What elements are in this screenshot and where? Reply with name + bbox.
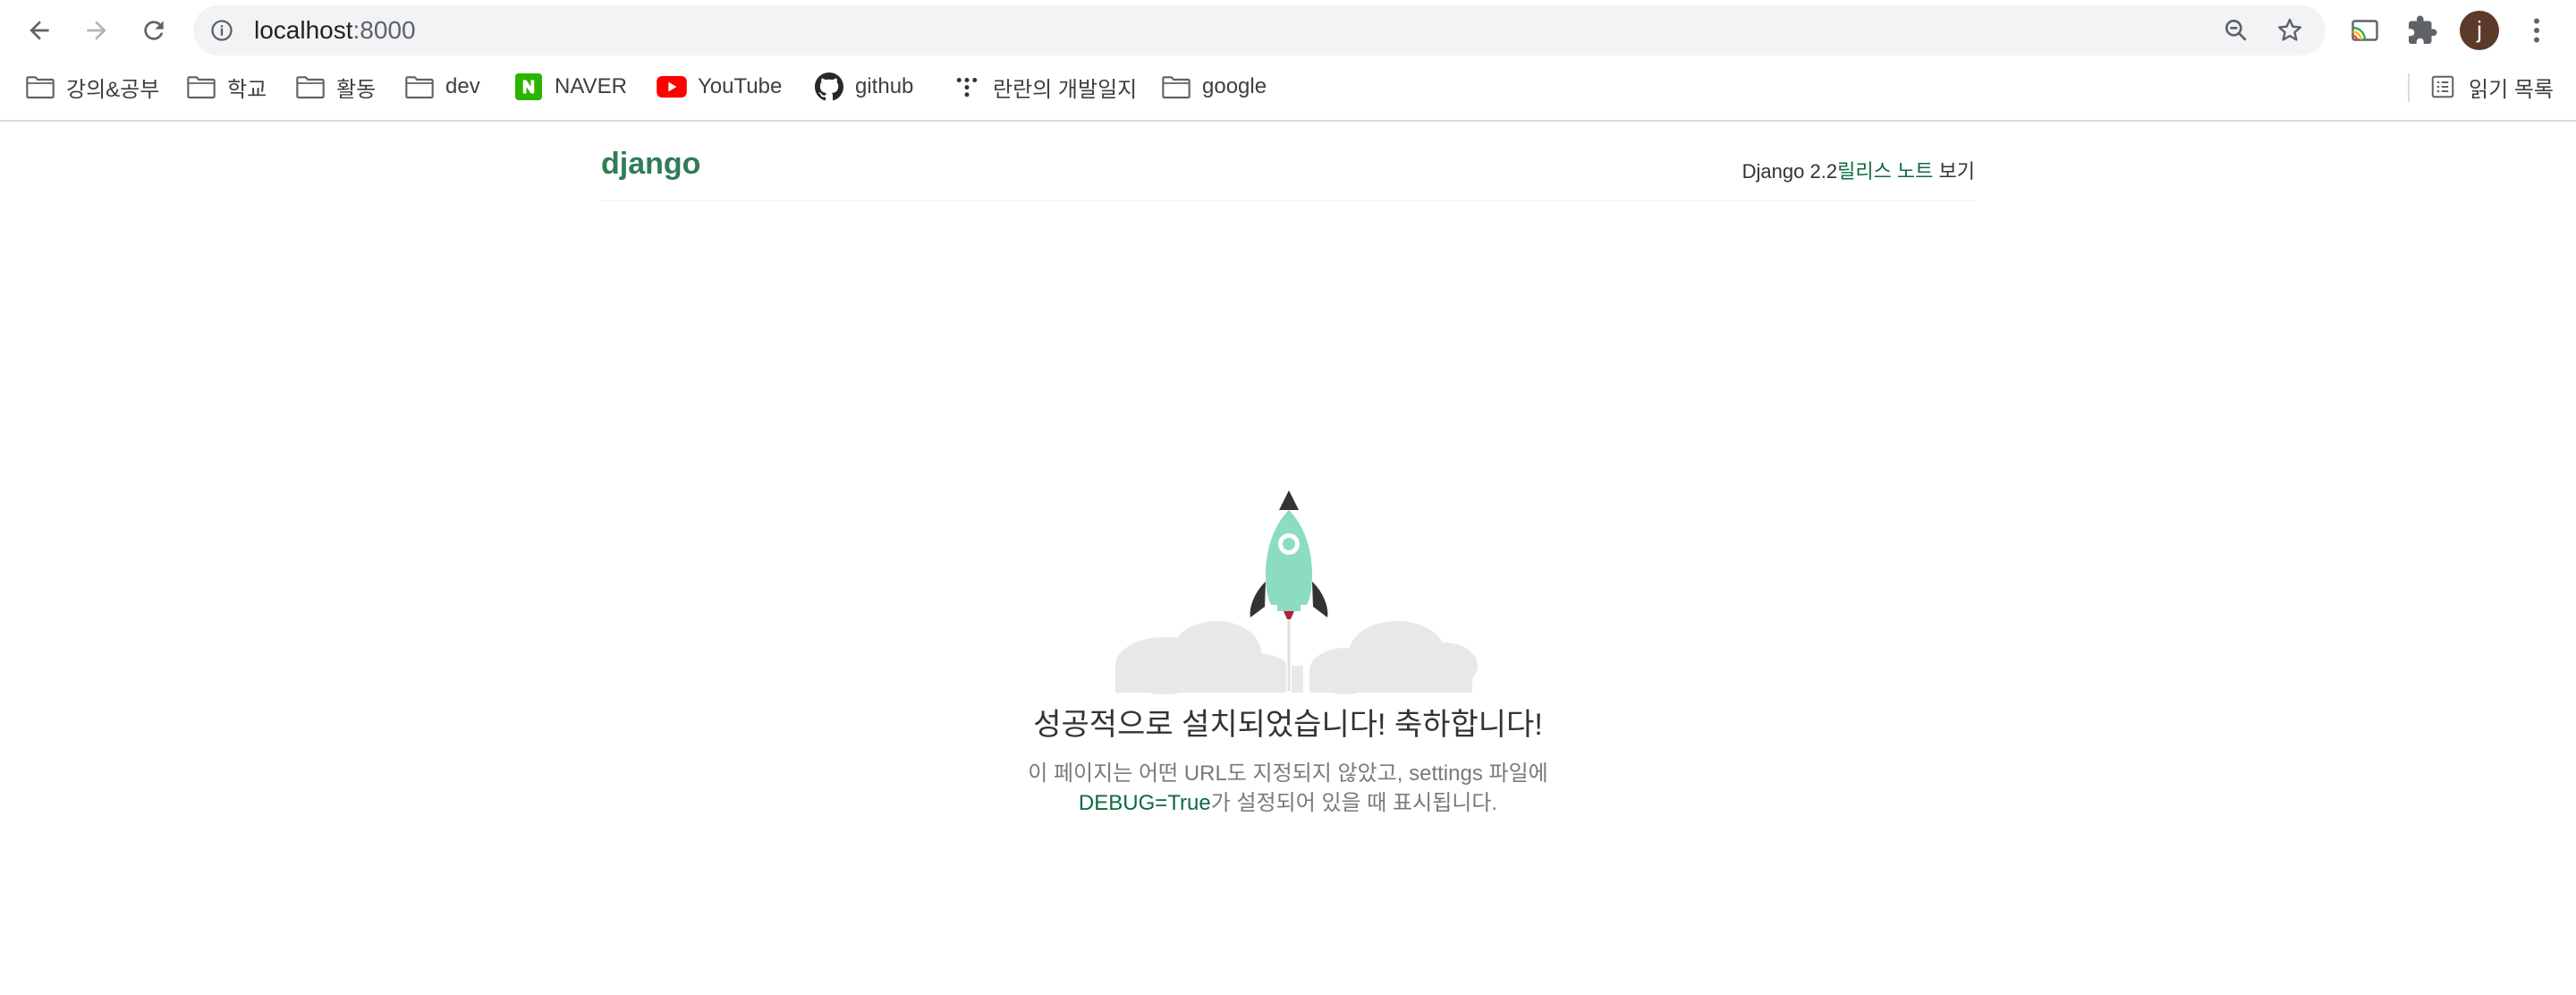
profile-avatar[interactable]: j (2460, 11, 2499, 50)
success-heading: 성공적으로 설치되었습니다! 축하합니다! (1033, 708, 1543, 742)
bookmark-github[interactable]: github (814, 61, 913, 113)
url-port: :8000 (352, 16, 416, 44)
back-icon (30, 21, 49, 40)
bookmark-folder-dev[interactable]: dev (404, 61, 480, 113)
reload-button[interactable] (132, 9, 175, 52)
reading-list-button[interactable]: 읽기 목록 (2428, 61, 2554, 113)
release-notes: Django 2.2릴리스 노트 보기 (1742, 156, 1975, 184)
back-button[interactable] (18, 9, 61, 52)
django-logo: django (601, 147, 701, 181)
release-notes-link[interactable]: 릴리스 노트 (1837, 160, 1933, 183)
bookmarks-divider (2408, 73, 2410, 102)
bookmark-label: 활동 (336, 77, 377, 102)
address-bar[interactable]: localhost:8000 (193, 5, 2326, 55)
folder-icon (295, 72, 326, 102)
folder-icon (25, 72, 55, 102)
description-line-1: 이 페이지는 어떤 URL도 지정되지 않았고, settings 파일에 (1028, 761, 1548, 786)
release-version: Django 2.2 (1741, 160, 1838, 183)
cloud-right (1309, 621, 1478, 694)
youtube-icon (657, 72, 687, 102)
bookmark-naver[interactable]: NAVER (513, 61, 627, 113)
browser-toolbar: localhost:8000 j (0, 0, 2576, 61)
description-line-2-rest: 가 설정되어 있을 때 표시됩니다. (1210, 791, 1498, 815)
bookmark-folder-school[interactable]: 학교 (186, 61, 267, 113)
url-text[interactable]: localhost:8000 (254, 5, 416, 55)
menu-icon[interactable] (2521, 14, 2553, 47)
reload-icon (144, 21, 164, 40)
cloud-left (1115, 621, 1303, 694)
bookmark-blog[interactable]: 란란의 개발일지 (952, 61, 1137, 113)
folder-icon (404, 72, 435, 102)
bookmark-label: dev (445, 74, 480, 98)
star-icon[interactable] (2275, 16, 2304, 45)
bookmark-label: 학교 (227, 77, 267, 102)
naver-icon (513, 72, 544, 102)
tistory-icon (952, 72, 982, 102)
bookmark-label: NAVER (555, 74, 627, 98)
release-suffix: 보기 (1933, 160, 1975, 183)
extensions-icon[interactable] (2406, 14, 2438, 47)
debug-setting: DEBUG=True (1078, 791, 1211, 815)
cast-icon[interactable] (2349, 14, 2381, 47)
folder-icon (186, 72, 216, 102)
bookmark-folder-activity[interactable]: 활동 (295, 61, 376, 113)
bookmark-folder-study[interactable]: 강의&공부 (25, 61, 159, 113)
reading-list-icon (2428, 72, 2458, 102)
rocket-illustration (1102, 483, 1481, 698)
bookmarks-bar: 강의&공부 학교 활동 dev NAVER YouTube github 란란의… (0, 61, 2576, 122)
info-icon[interactable] (209, 18, 234, 43)
folder-icon (1161, 72, 1191, 102)
description-line-2: DEBUG=True가 설정되어 있을 때 표시됩니다. (0, 788, 2576, 818)
success-description: 이 페이지는 어떤 URL도 지정되지 않았고, settings 파일에 DE… (0, 759, 2576, 818)
bookmark-label: 란란의 개발일지 (993, 77, 1138, 102)
reading-list-label: 읽기 목록 (2469, 77, 2554, 102)
github-icon (814, 72, 844, 102)
bookmark-label: YouTube (698, 74, 783, 98)
forward-button[interactable] (75, 9, 118, 52)
url-host: localhost (254, 16, 353, 44)
bookmark-label: google (1202, 74, 1267, 98)
bookmark-label: github (855, 74, 914, 98)
bookmark-folder-google[interactable]: google (1161, 61, 1267, 113)
zoom-icon[interactable] (2222, 16, 2250, 45)
forward-icon (87, 21, 106, 40)
django-header: django Django 2.2릴리스 노트 보기 (601, 134, 1975, 201)
bookmark-youtube[interactable]: YouTube (657, 61, 782, 113)
bookmark-label: 강의&공부 (66, 77, 160, 102)
